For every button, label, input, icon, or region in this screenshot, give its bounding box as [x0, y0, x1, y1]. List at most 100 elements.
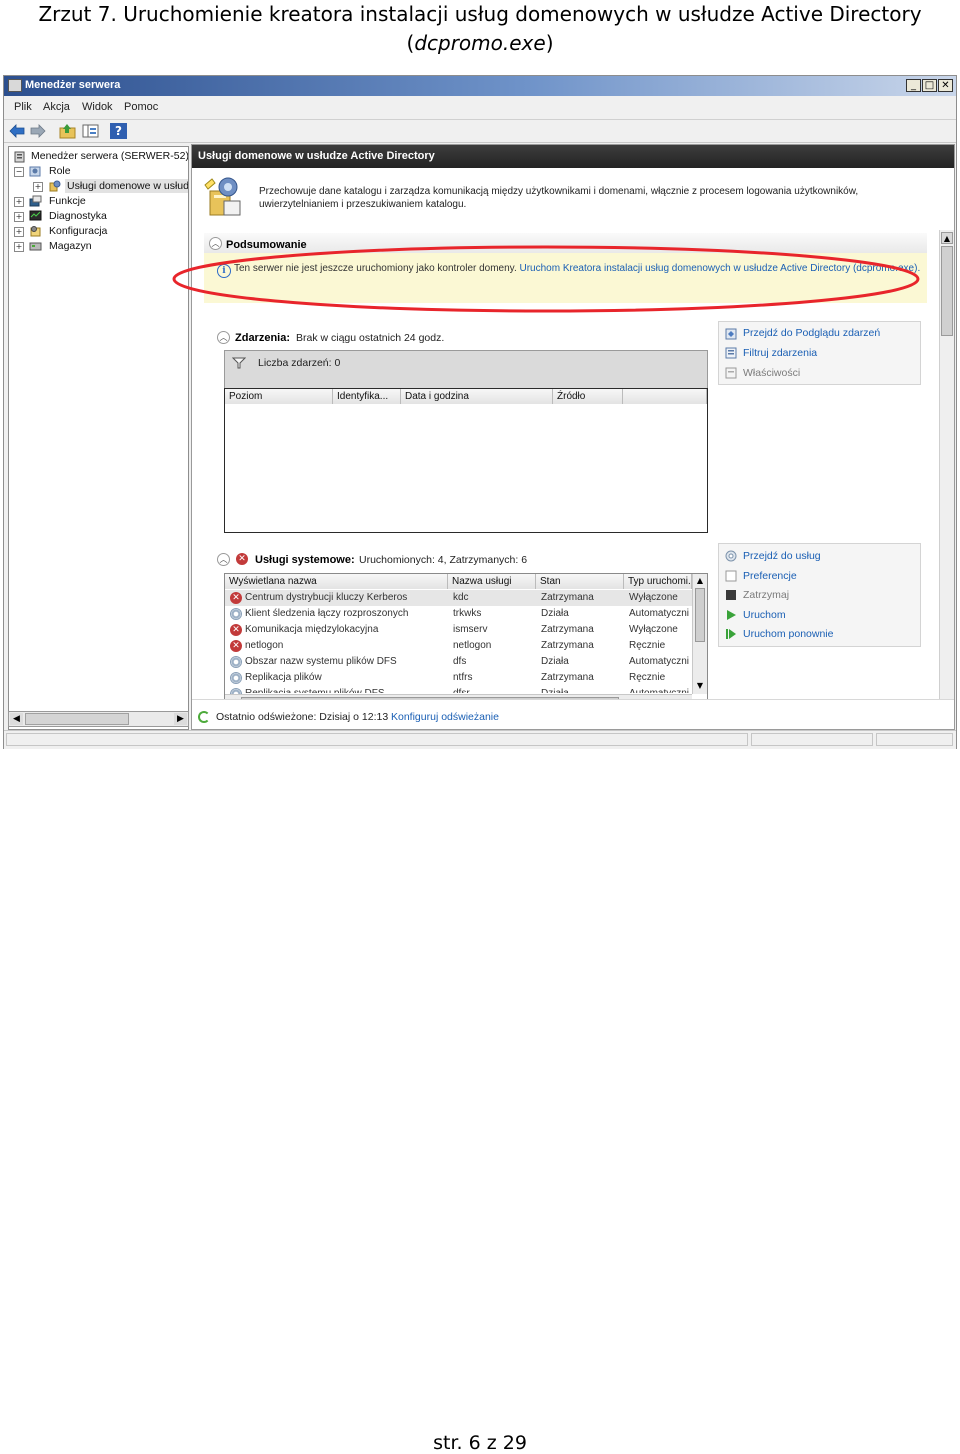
tree-item-diagnostyka[interactable]: Diagnostyka	[49, 210, 107, 222]
events-col-identyfikator[interactable]: Identyfika...	[333, 389, 401, 404]
ad-ds-role-icon	[204, 177, 241, 216]
content-header: Usługi domenowe w usłudze Active Directo…	[192, 145, 954, 168]
task-properties[interactable]: Właściwości	[743, 367, 800, 379]
service-display-name[interactable]: Obszar nazw systemu plików DFS	[245, 654, 445, 670]
task-start[interactable]: Uruchom	[743, 609, 786, 621]
services-col-service-name[interactable]: Nazwa usługi	[448, 574, 536, 589]
menu-plik[interactable]: Plik	[14, 101, 32, 113]
title-bar[interactable]: Menedżer serwera _ □ ✕	[4, 76, 956, 96]
scroll-thumb[interactable]	[25, 713, 129, 725]
services-scroll-thumb[interactable]	[695, 588, 705, 642]
service-running-icon	[230, 672, 242, 684]
services-error-icon: ✕	[236, 553, 248, 565]
service-name: ismserv	[453, 624, 488, 635]
service-name: ntfrs	[453, 672, 473, 683]
forward-arrow-icon[interactable]	[30, 124, 46, 138]
events-collapse-icon[interactable]: ︿	[217, 331, 230, 344]
services-col-startup[interactable]: Typ uruchomi...	[624, 574, 692, 589]
service-display-name[interactable]: Replikacja systemu plików DFS	[245, 686, 445, 693]
event-viewer-icon	[725, 328, 737, 340]
page-number: str. 6 z 29	[433, 1432, 527, 1454]
server-manager-window: Menedżer serwera _ □ ✕ Plik Akcja Widok …	[3, 75, 957, 749]
tree-root[interactable]: Menedżer serwera (SERWER-52)	[31, 150, 188, 162]
minimize-button[interactable]: _	[906, 79, 921, 92]
menu-widok[interactable]: Widok	[82, 101, 113, 113]
scroll-up-arrow-icon[interactable]: ▲	[694, 575, 706, 587]
task-go-to-services[interactable]: Przejdź do usług	[743, 550, 821, 562]
menu-akcja[interactable]: Akcja	[43, 101, 70, 113]
service-status: Zatrzymana	[541, 624, 594, 635]
server-icon	[14, 151, 25, 163]
events-col-empty	[623, 389, 707, 404]
tree-expander-magazyn[interactable]: +	[14, 242, 24, 252]
task-preferences[interactable]: Preferencje	[743, 570, 797, 582]
services-collapse-icon[interactable]: ︿	[217, 553, 230, 566]
services-col-display-name[interactable]: Wyświetlana nazwa	[225, 574, 448, 589]
preferences-icon	[725, 570, 737, 582]
task-filter-events[interactable]: Filtruj zdarzenia	[743, 347, 817, 359]
events-tasks-panel: Przejdź do Podglądu zdarzeń Filtruj zdar…	[718, 321, 921, 385]
tree-item-ad-ds[interactable]: Usługi domenowe w usłudze	[65, 179, 188, 193]
task-restart[interactable]: Uruchom ponownie	[743, 628, 833, 640]
service-display-name[interactable]: netlogon	[245, 638, 445, 654]
service-stopped-icon: ✕	[230, 592, 242, 604]
properties-icon	[725, 367, 737, 379]
service-display-name[interactable]: Centrum dystrybucji kluczy Kerberos	[245, 590, 445, 606]
service-name: dfs	[453, 656, 467, 667]
services-col-status[interactable]: Stan	[536, 574, 624, 589]
services-tasks-panel: Przejdź do usług Preferencje Zatrzymaj U…	[718, 543, 921, 647]
events-col-poziom[interactable]: Poziom	[225, 389, 333, 404]
show-hide-tree-icon[interactable]	[82, 123, 99, 139]
task-event-viewer[interactable]: Przejdź do Podglądu zdarzeń	[743, 327, 880, 339]
back-arrow-icon[interactable]	[9, 124, 25, 138]
features-icon	[29, 195, 42, 207]
status-cell-2	[751, 733, 873, 746]
service-name: dfsr	[453, 686, 533, 693]
service-running-icon	[230, 608, 242, 620]
service-startup-type: Automatyczni	[629, 656, 690, 667]
content-vertical-scrollbar[interactable]: ▲ ▼	[939, 230, 954, 729]
service-status: Działa	[541, 608, 569, 619]
highlight-ellipse	[172, 245, 920, 313]
configuration-icon	[30, 226, 41, 237]
storage-icon	[29, 242, 42, 251]
scroll-right-arrow-icon[interactable]: ▶	[174, 713, 187, 725]
tree-expander-diagnostyka[interactable]: +	[14, 212, 24, 222]
tree-item-role[interactable]: Role	[49, 165, 71, 177]
up-folder-icon[interactable]	[59, 123, 76, 139]
services-vertical-scrollbar[interactable]: ▲ ▼	[692, 574, 707, 694]
task-stop[interactable]: Zatrzymaj	[743, 589, 789, 601]
last-refreshed-text: Ostatnio odświeżone: Dzisiaj o 12:13	[216, 711, 389, 723]
menu-pomoc[interactable]: Pomoc	[124, 101, 158, 113]
content-scroll-thumb[interactable]	[941, 246, 953, 336]
caption-paren-close: )	[545, 31, 554, 55]
service-startup-type: Wyłączone	[629, 624, 678, 635]
events-col-data[interactable]: Data i godzina	[401, 389, 553, 404]
configure-refresh-link[interactable]: Konfiguruj odświeżanie	[391, 711, 499, 723]
service-name: trkwks	[453, 608, 482, 619]
tree-expander-ad-ds[interactable]: +	[33, 182, 43, 192]
service-stopped-icon: ✕	[230, 624, 242, 636]
events-filter-bar: Liczba zdarzeń: 0	[225, 351, 707, 383]
service-display-name[interactable]: Klient śledzenia łączy rozproszonych	[245, 606, 445, 622]
tree-expander-role[interactable]: −	[14, 167, 24, 177]
tree-item-konfiguracja[interactable]: Konfiguracja	[49, 225, 107, 237]
events-col-zrodlo[interactable]: Źródło	[553, 389, 623, 404]
status-bar	[4, 730, 956, 749]
scroll-down-arrow-icon[interactable]: ▼	[694, 680, 706, 692]
scroll-left-arrow-icon[interactable]: ◀	[10, 713, 23, 725]
close-button[interactable]: ✕	[938, 79, 953, 92]
filter-events-icon	[725, 347, 737, 359]
tree-expander-funkcje[interactable]: +	[14, 197, 24, 207]
tree-item-funkcje[interactable]: Funkcje	[49, 195, 86, 207]
tree-horizontal-scrollbar[interactable]: ◀ ▶	[8, 711, 189, 727]
status-cell-main	[6, 733, 748, 746]
tree-expander-konfiguracja[interactable]: +	[14, 227, 24, 237]
role-description: Przechowuje dane katalogu i zarządza kom…	[259, 186, 859, 210]
maximize-button[interactable]: □	[922, 79, 937, 92]
tree-item-magazyn[interactable]: Magazyn	[49, 240, 92, 252]
service-display-name[interactable]: Replikacja plików	[245, 670, 445, 686]
help-icon[interactable]: ?	[110, 123, 127, 139]
scroll-up-arrow-icon[interactable]: ▲	[941, 232, 953, 244]
service-display-name[interactable]: Komunikacja międzylokacyjna	[245, 622, 445, 638]
